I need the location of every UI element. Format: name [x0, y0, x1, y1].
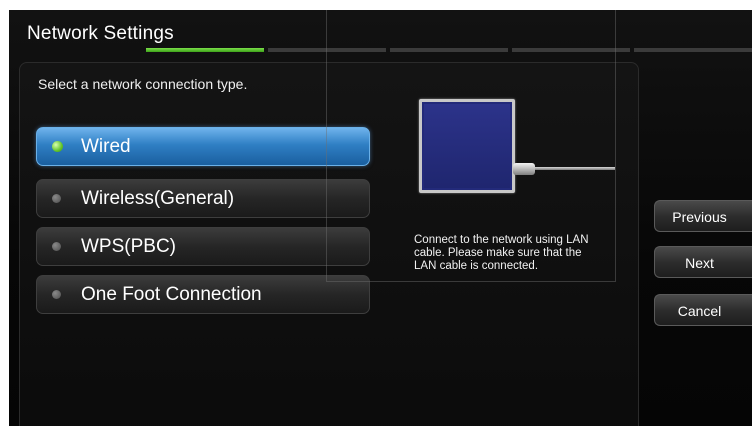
option-wps-pbc[interactable]: WPS(PBC)	[36, 227, 370, 266]
next-button-label: Next	[685, 255, 714, 271]
option-wireless-general[interactable]: Wireless(General)	[36, 179, 370, 218]
lan-cable-icon	[535, 167, 615, 170]
connection-description: Connect to the network using LAN cable. …	[414, 234, 589, 272]
radio-icon	[52, 194, 61, 203]
option-label: Wireless(General)	[81, 188, 235, 209]
progress-step-3	[390, 48, 508, 52]
page-title: Network Settings	[27, 23, 174, 44]
tv-screen	[424, 104, 510, 188]
cancel-button-label: Cancel	[677, 303, 722, 319]
progress-step-4	[512, 48, 630, 52]
option-label: One Foot Connection	[81, 284, 262, 305]
previous-button-label: Previous	[672, 209, 727, 225]
tv-lan-cable-icon	[419, 99, 515, 193]
selected-radio-icon	[52, 141, 63, 152]
radio-icon	[52, 242, 61, 251]
progress-step-5	[634, 48, 752, 52]
radio-icon	[52, 290, 61, 299]
option-one-foot-connection[interactable]: One Foot Connection	[36, 275, 370, 314]
next-button[interactable]: Next	[654, 246, 752, 278]
instruction-text: Select a network connection type.	[38, 76, 248, 92]
progress-step-2	[268, 48, 386, 52]
progress-step-1	[146, 48, 264, 52]
previous-button[interactable]: Previous	[654, 200, 752, 232]
lan-plug-icon	[513, 163, 535, 175]
option-label: WPS(PBC)	[81, 236, 176, 257]
option-wired[interactable]: Wired	[36, 127, 370, 166]
cancel-button[interactable]: Cancel	[654, 294, 752, 326]
network-settings-screen: Network Settings Select a network connec…	[9, 10, 752, 426]
option-label: Wired	[81, 136, 131, 157]
